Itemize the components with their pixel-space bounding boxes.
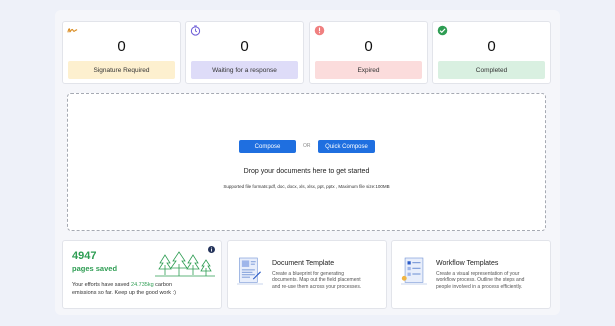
stat-label: Completed <box>438 61 545 79</box>
workflow-templates-title: Workflow Templates <box>436 260 499 267</box>
stat-count: 0 <box>240 38 249 55</box>
document-template-icon <box>237 257 263 285</box>
quick-compose-button[interactable]: Quick Compose <box>318 140 375 153</box>
exclamation-icon <box>314 25 325 36</box>
carbon-amount: 24.735kg <box>131 282 154 288</box>
signature-icon <box>67 28 78 33</box>
document-drop-zone[interactable]: Compose OR Quick Compose Drop your docum… <box>67 93 546 231</box>
checkmark-icon <box>437 25 448 36</box>
document-template-card[interactable]: Document Template Create a blueprint for… <box>227 240 387 309</box>
stat-label: Waiting for a response <box>191 61 298 79</box>
workflow-templates-card[interactable]: Workflow Templates Create a visual repre… <box>391 240 551 309</box>
or-separator: OR <box>303 143 311 149</box>
clock-icon <box>190 25 201 36</box>
stat-label: Signature Required <box>68 61 175 79</box>
supported-formats: Supported file formats:pdf, doc, docx, x… <box>223 184 390 189</box>
stat-card-completed[interactable]: 0 Completed <box>432 21 551 84</box>
stat-count: 0 <box>117 38 126 55</box>
pages-saved-count: 4947 <box>72 250 97 262</box>
pages-saved-card: 4947 pages saved Your efforts have saved… <box>62 240 222 309</box>
workflow-templates-icon <box>401 257 427 285</box>
stat-label: Expired <box>315 61 422 79</box>
trees-icon <box>155 251 215 277</box>
drop-title: Drop your documents here to get started <box>243 168 370 175</box>
carbon-savings-text: Your efforts have saved 24.735kg carbon … <box>72 282 176 296</box>
info-icon[interactable] <box>208 246 215 253</box>
document-template-title: Document Template <box>272 260 335 267</box>
document-template-description: Create a blueprint for generating docume… <box>272 271 362 290</box>
compose-button[interactable]: Compose <box>239 140 296 153</box>
stat-card-expired[interactable]: 0 Expired <box>309 21 428 84</box>
pages-saved-label: pages saved <box>72 264 118 273</box>
stat-card-waiting[interactable]: 0 Waiting for a response <box>185 21 304 84</box>
stat-card-signature-required[interactable]: 0 Signature Required <box>62 21 181 84</box>
stat-count: 0 <box>487 38 496 55</box>
stat-count: 0 <box>364 38 373 55</box>
workflow-templates-description: Create a visual representation of your w… <box>436 271 525 290</box>
